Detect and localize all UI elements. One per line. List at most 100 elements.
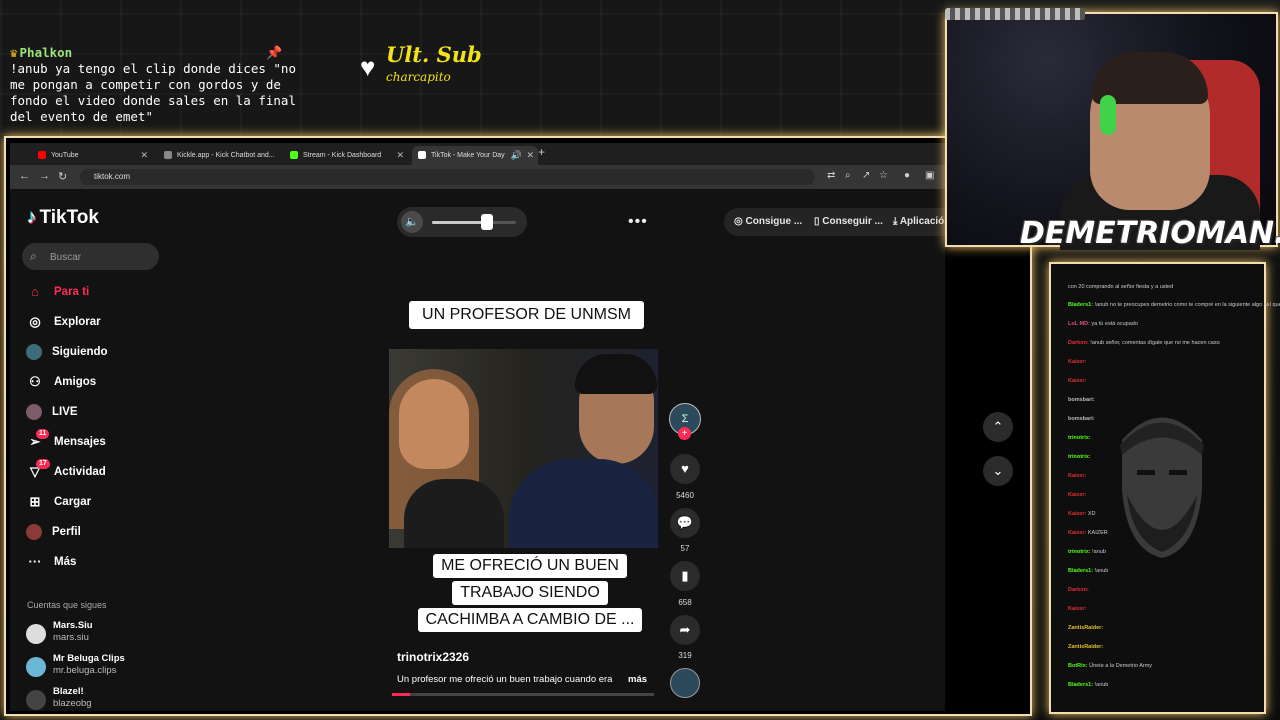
nav-item-actividad[interactable]: ▽ 17 Actividad [26,458,106,483]
webcam-chain-decoration [945,8,1085,20]
nav-item-para-ti[interactable]: ⌂ Para ti [26,281,89,303]
tab-label: Kickle.app - Kick Chatbot and... [177,152,275,159]
bookmark-star-icon[interactable]: ☆ [879,170,888,181]
get-coins-button[interactable]: ◎ Consigue ... [734,216,802,227]
comment-count: 57 [680,544,690,553]
account-name: Mr Beluga Clips [53,653,125,664]
nav-item-perfil[interactable]: Perfil [26,521,81,543]
tiktok-icon [418,151,426,160]
new-tab-button[interactable]: + [538,145,545,159]
activity-badge: 17 [36,458,50,469]
profile-avatar-icon [26,523,42,540]
speaker-icon[interactable]: 🔊 [511,146,522,165]
reload-icon[interactable]: ↻ [58,170,67,183]
pin-icon: 📌 [266,45,283,60]
like-count: 5460 [676,491,694,500]
video-description: Un profesor me ofreció un buen trabajo c… [397,674,613,685]
follow-plus-icon[interactable]: + [678,427,691,440]
chat-line: ZantisRaider: [1068,625,1104,631]
description-more-link[interactable]: más [628,674,647,685]
browser-tab-active[interactable]: TikTok - Make Your Day 🔊 ✕ [412,146,538,165]
nav-label: Mensajes [54,436,106,448]
share-arrow-icon: ➦ [679,622,691,637]
chat-line: Kaizer: [1068,359,1087,365]
upload-icon: ⊞ [29,493,41,509]
nav-item-amigos[interactable]: ⚇ Amigos [26,371,96,393]
video-progress-fill [392,693,411,696]
close-icon[interactable]: ✕ [526,146,534,165]
streamer-name: DEMETRIOMAN... [1020,216,1280,251]
caption-line: TRABAJO SIENDO [452,581,608,605]
comment-icon: 💬 [676,515,694,530]
zoom-icon[interactable]: ⌕ [845,170,851,181]
browser-tab[interactable]: Kickle.app - Kick Chatbot and... [158,146,276,165]
comment-button[interactable]: 💬 [670,508,700,538]
tab-label: Stream - Kick Dashboard [303,152,382,159]
chat-line: bomsbari: [1068,397,1095,403]
browser-tab-bar: YouTube ✕ Kickle.app - Kick Chatbot and..… [10,143,945,165]
share-icon[interactable]: ↗ [862,170,870,181]
activity-icon: ▽ 17 [26,458,50,481]
nav-label: Más [54,556,77,568]
download-app-button[interactable]: ⤓ Aplicación [893,216,950,227]
nav-item-mensajes[interactable]: ➢ 11 Mensajes [26,428,106,453]
messages-icon: ➢ 11 [26,428,50,451]
search-icon[interactable]: ⌕ [30,249,37,264]
chat-line: Bladers1: !anub [1068,568,1109,574]
chat-line: trinotrix: [1068,435,1091,441]
search-input[interactable] [48,248,152,266]
video-player[interactable] [389,349,658,548]
extensions-puzzle-icon[interactable]: ▣ [925,170,934,181]
pinned-message-text: !anub ya tengo el clip donde dices "no m… [10,61,296,124]
share-count: 319 [678,651,692,660]
nav-item-cargar[interactable]: ⊞ Cargar [26,491,92,513]
account-handle: blazeobg [53,698,92,709]
chat-line: Bladers1: !anub no te preocupes demetrio… [1068,302,1280,308]
video-shirt-left [404,479,504,548]
nav-item-live[interactable]: LIVE [26,401,78,423]
volume-slider-handle[interactable] [480,214,493,230]
get-app-button[interactable]: ▯ Conseguir ... [814,216,883,227]
more-dots-icon: ··· [28,553,42,569]
address-bar[interactable]: tiktok.com [80,169,815,185]
next-video-button[interactable]: ⌄ [983,456,1013,486]
forward-icon[interactable]: → [39,170,50,182]
browser-tab[interactable]: Stream - Kick Dashboard ✕ [284,146,408,165]
chat-line: ZantisRaider: [1068,644,1104,650]
account-avatar [26,624,46,644]
home-icon: ⌂ [31,283,39,299]
compass-icon: ◎ [29,313,41,329]
back-icon[interactable]: ← [19,170,30,182]
nav-item-siguiendo[interactable]: Siguiendo [26,341,108,363]
messages-badge: 11 [36,428,50,439]
close-icon[interactable]: ✕ [396,146,404,165]
tiktok-logo[interactable]: ♪ TikTok [27,207,99,229]
chat-line: Darkon: !anub señor, comentas dígale que… [1068,340,1220,346]
nav-item-explorar[interactable]: ◎ Explorar [26,311,100,333]
video-shirt-right [509,459,658,548]
share-button[interactable]: ➦ [670,615,700,645]
caption-line: ME OFRECIÓ UN BUEN [433,554,627,578]
video-progress-bar[interactable] [392,693,654,696]
translate-icon[interactable]: ⇄ [827,170,835,181]
music-disc-icon[interactable] [670,668,700,698]
more-options-icon[interactable]: ••• [628,213,648,231]
account-handle: mars.siu [53,632,89,643]
close-icon[interactable]: ✕ [140,146,148,165]
nav-item-mas[interactable]: ··· Más [26,551,77,573]
video-author[interactable]: trinotrix2326 [397,650,469,664]
pinned-message-user: Phalkon [19,45,73,60]
nav-label: Cargar [54,496,92,508]
volume-icon[interactable]: 🔈 [401,211,423,233]
bookmark-icon: ▮ [681,568,689,583]
chat-line: Bladers1: !anub [1068,682,1109,688]
chat-line: Kaizer: XD [1068,511,1096,517]
save-count: 658 [678,598,692,607]
save-button[interactable]: ▮ [670,561,700,591]
like-button[interactable]: ♥ [670,454,700,484]
chat-line: Darkon: [1068,587,1089,593]
browser-tab[interactable]: YouTube ✕ [32,146,152,165]
previous-video-button[interactable]: ⌃ [983,412,1013,442]
extension-icon[interactable]: ● [904,170,910,181]
chat-line: Kaizer: KAIZER [1068,530,1108,536]
